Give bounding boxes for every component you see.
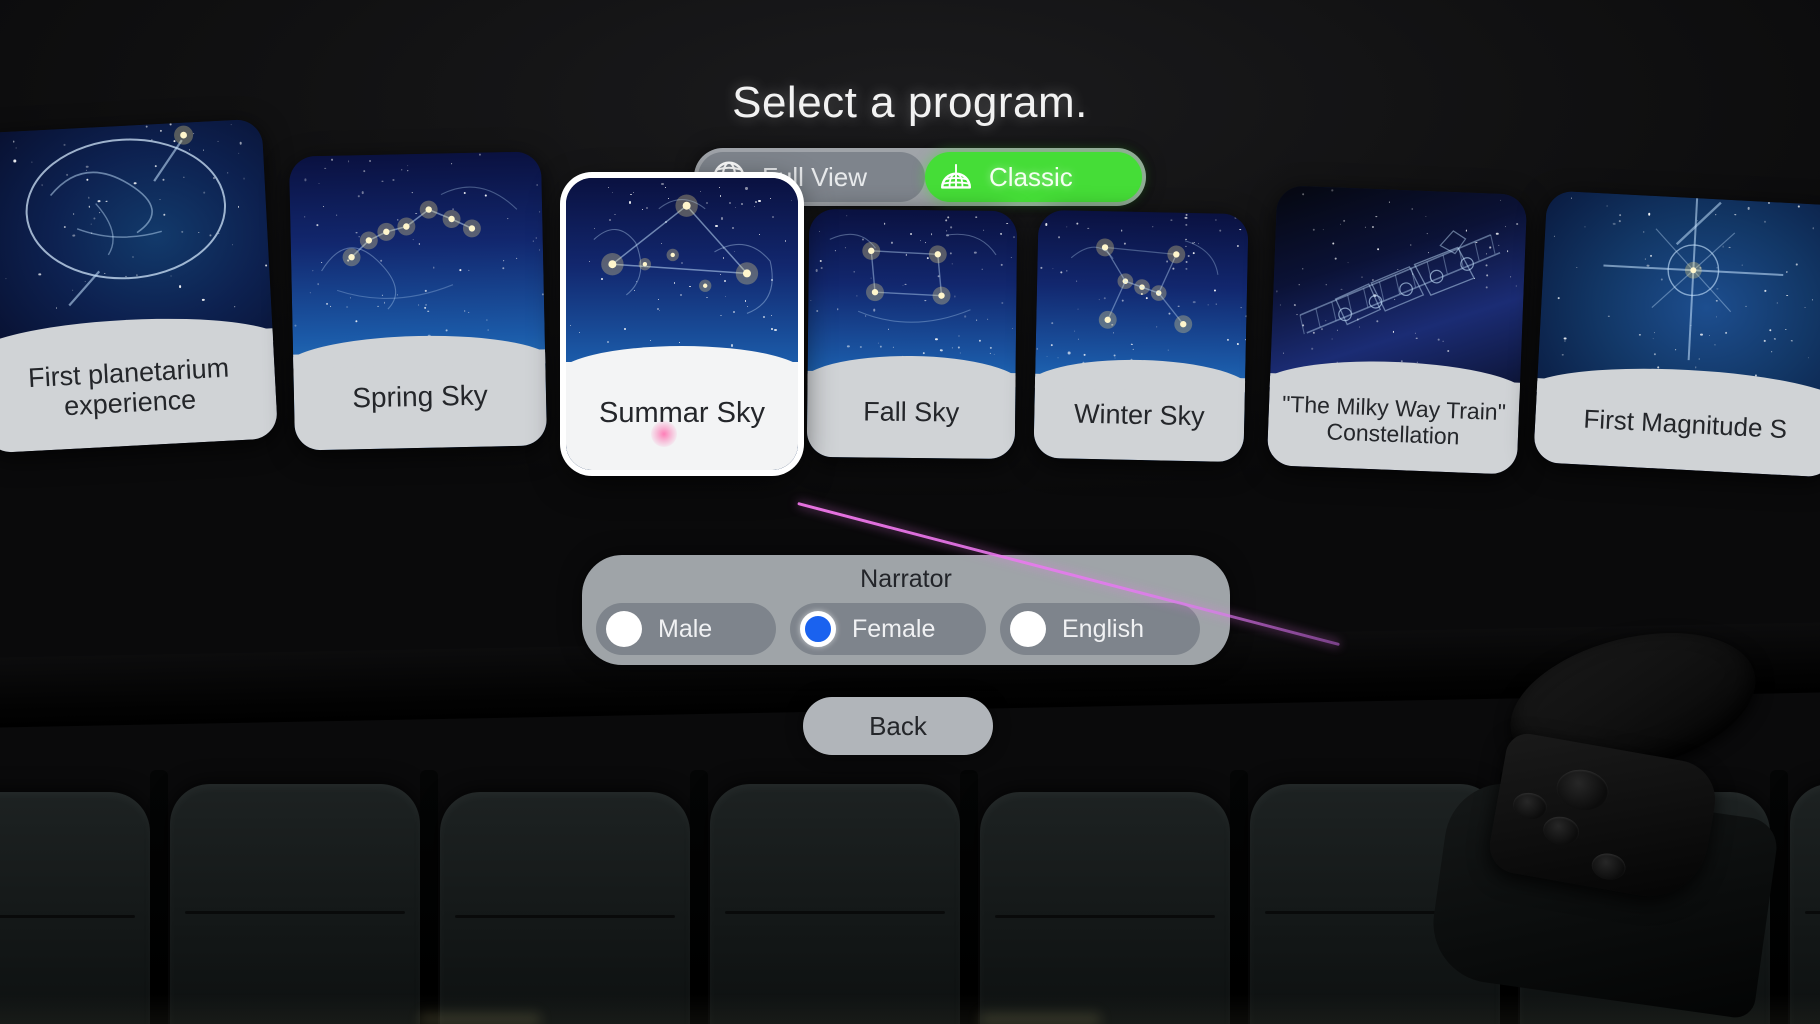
controller-button-system[interactable]	[1540, 813, 1582, 848]
theater-seat	[0, 792, 150, 1024]
theater-seat	[980, 792, 1230, 1024]
narrator-label-female: Female	[852, 614, 936, 643]
program-card-label: Summar Sky	[566, 346, 798, 470]
program-card-label-text: Fall Sky	[863, 396, 960, 428]
theater-seat	[440, 792, 690, 1024]
program-card-2[interactable]: Spring Sky	[288, 151, 548, 451]
aisle-light	[980, 1010, 1100, 1024]
program-card-6[interactable]: "The Milky Way Train" Constellation	[1266, 185, 1528, 475]
aisle-light	[420, 1010, 540, 1024]
theater-seat-gap	[420, 770, 438, 1024]
program-card-label-text: First planetarium experience	[27, 352, 230, 422]
program-card-label: First planetarium experience	[0, 328, 279, 454]
theater-seat-gap	[150, 770, 168, 1024]
program-card-label: Spring Sky	[293, 349, 548, 451]
controller-button-menu[interactable]	[1510, 790, 1549, 822]
program-card-label: Winter Sky	[1033, 373, 1246, 463]
narrator-option-female[interactable]: Female	[790, 603, 986, 655]
narrator-label-male: Male	[658, 614, 713, 643]
program-card-1[interactable]: First planetarium experience	[0, 118, 279, 454]
program-card-label-text: "The Milky Way Train" Constellation	[1281, 390, 1507, 450]
radio-icon-male[interactable]	[606, 611, 642, 647]
vr-planetarium-screen: Select a program. Full View Classic Firs…	[0, 0, 1820, 1024]
theater-seat	[170, 784, 420, 1024]
radio-icon-female[interactable]	[800, 611, 836, 647]
program-card-label: First Magnitude S	[1533, 378, 1820, 478]
controller-touchpad[interactable]	[1553, 765, 1612, 815]
program-card-3[interactable]: Summar Sky	[566, 178, 798, 470]
program-card-label-text: Summar Sky	[599, 396, 765, 429]
theater-seat-gap	[960, 770, 978, 1024]
program-card-5[interactable]: Winter Sky	[1033, 209, 1249, 463]
floor-glow	[0, 994, 1820, 1024]
theater-seat-gap	[1230, 770, 1248, 1024]
program-card-carousel[interactable]: First planetarium experience Spring Sky Su…	[0, 118, 1820, 540]
program-card-label: Fall Sky	[806, 370, 1016, 460]
theater-seat-gap	[690, 770, 708, 1024]
theater-seat	[710, 784, 960, 1024]
program-card-label-text: Winter Sky	[1073, 398, 1205, 432]
back-button[interactable]: Back	[803, 697, 993, 755]
narrator-label-english: English	[1062, 614, 1144, 643]
vr-controller[interactable]	[1425, 609, 1820, 1020]
program-card-7[interactable]: First Magnitude S	[1533, 190, 1820, 478]
narrator-option-male[interactable]: Male	[596, 603, 776, 655]
controller-button-trigger[interactable]	[1589, 850, 1628, 883]
program-card-label-text: First Magnitude S	[1582, 404, 1788, 445]
program-card-4[interactable]: Fall Sky	[806, 208, 1018, 460]
narrator-option-english[interactable]: English	[1000, 603, 1200, 655]
laser-pointer-cursor	[651, 421, 677, 447]
back-button-label: Back	[869, 710, 927, 741]
program-card-label: "The Milky Way Train" Constellation	[1266, 373, 1521, 475]
radio-icon-english[interactable]	[1010, 611, 1046, 647]
narrator-panel: Narrator Male Female English	[582, 555, 1230, 665]
program-card-label-text: Spring Sky	[351, 379, 489, 414]
